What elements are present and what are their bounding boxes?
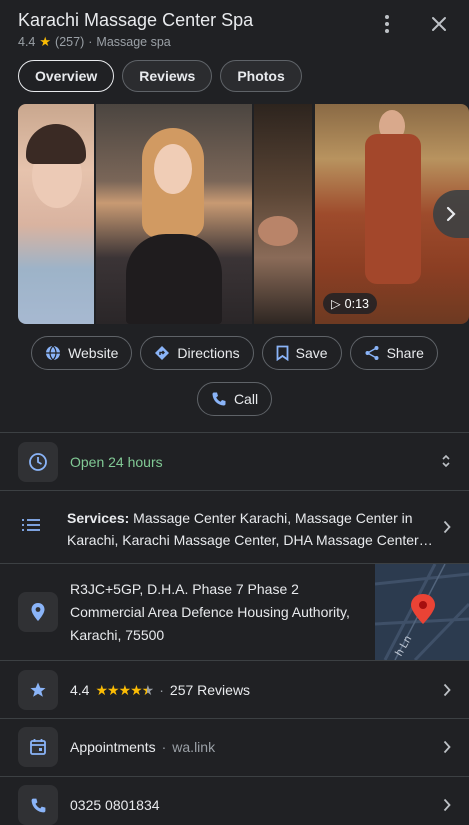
save-label: Save bbox=[295, 345, 328, 361]
chevron-right-icon bbox=[443, 798, 451, 817]
dot-separator: · bbox=[161, 739, 167, 755]
save-button[interactable]: Save bbox=[261, 336, 342, 370]
website-label: Website bbox=[68, 345, 119, 361]
location-pin-icon bbox=[18, 592, 58, 632]
globe-icon bbox=[46, 345, 61, 361]
reviews-rating: 4.4 bbox=[70, 682, 90, 698]
share-icon bbox=[365, 346, 379, 360]
phone-number: 0325 0801834 bbox=[70, 797, 160, 813]
hours-row[interactable]: Open 24 hours bbox=[0, 433, 469, 490]
appointments-link[interactable]: wa.link bbox=[172, 739, 215, 755]
address-line-1: R3JC+5GP, D.H.A. Phase 7 Phase 2 bbox=[70, 581, 299, 597]
appointments-row[interactable]: Appointments · wa.link bbox=[0, 719, 469, 776]
place-tabs: Overview Reviews Photos bbox=[18, 60, 302, 92]
share-button[interactable]: Share bbox=[349, 336, 438, 370]
services-text-2: Karachi, Karachi Massage Center, DHA Mas… bbox=[67, 532, 433, 548]
website-button[interactable]: Website bbox=[31, 336, 133, 370]
directions-button[interactable]: Directions bbox=[140, 336, 254, 370]
chevron-right-icon bbox=[443, 520, 451, 539]
more-options-icon[interactable] bbox=[373, 10, 401, 38]
chevron-right-icon bbox=[446, 206, 456, 222]
reviews-row[interactable]: 4.4 ★★★★★ · 257 Reviews bbox=[0, 661, 469, 718]
phone-icon bbox=[18, 785, 58, 825]
call-label: Call bbox=[233, 391, 259, 407]
photo-gallery: ▷ 0:13 bbox=[18, 104, 469, 324]
bookmark-icon bbox=[276, 345, 289, 361]
tab-overview[interactable]: Overview bbox=[18, 60, 115, 92]
chevron-right-icon bbox=[443, 683, 451, 702]
call-button[interactable]: Call bbox=[196, 382, 273, 416]
directions-icon bbox=[155, 346, 170, 360]
dot-separator: · bbox=[159, 682, 164, 698]
dot-separator: · bbox=[88, 35, 93, 49]
services-text-1: Massage Center Karachi, Massage Center i… bbox=[133, 510, 413, 526]
clock-icon bbox=[18, 442, 58, 482]
gallery-photo-1[interactable] bbox=[18, 104, 94, 324]
calendar-icon bbox=[18, 727, 58, 767]
star-icon: ★ bbox=[39, 34, 52, 49]
place-category[interactable]: Massage spa bbox=[96, 35, 170, 49]
tab-reviews[interactable]: Reviews bbox=[122, 60, 213, 92]
play-icon: ▷ bbox=[331, 297, 341, 311]
list-icon bbox=[22, 518, 40, 537]
services-row[interactable]: Services: Massage Center Karachi, Massag… bbox=[0, 491, 469, 563]
star-icon bbox=[18, 670, 58, 710]
rating-value: 4.4 bbox=[18, 35, 36, 49]
appointments-label: Appointments bbox=[70, 739, 156, 755]
chevron-right-icon bbox=[443, 740, 451, 759]
phone-icon bbox=[212, 392, 226, 406]
star-rating-icon: ★★★★★ bbox=[95, 682, 154, 698]
address-line-3: Karachi, 75500 bbox=[70, 627, 165, 643]
video-duration-badge: ▷ 0:13 bbox=[323, 293, 377, 314]
phone-row[interactable]: 0325 0801834 bbox=[0, 777, 469, 825]
hours-status: Open 24 hours bbox=[70, 454, 163, 470]
close-icon[interactable] bbox=[425, 10, 453, 38]
expand-icon[interactable] bbox=[441, 453, 451, 474]
gallery-photo-2[interactable] bbox=[96, 104, 252, 324]
video-duration: 0:13 bbox=[344, 296, 369, 311]
action-buttons: Website Directions Save Share Call bbox=[0, 336, 469, 416]
gallery-photo-3[interactable] bbox=[254, 104, 312, 324]
header-actions bbox=[373, 10, 453, 38]
address-line-2: Commercial Area Defence Housing Authorit… bbox=[70, 604, 350, 620]
services-label: Services: bbox=[67, 510, 130, 526]
map-thumbnail[interactable]: h Ln bbox=[375, 564, 469, 660]
reviews-count: 257 Reviews bbox=[169, 682, 251, 698]
directions-label: Directions bbox=[177, 345, 240, 361]
rating-count: (257) bbox=[55, 35, 85, 49]
tab-photos[interactable]: Photos bbox=[220, 60, 302, 92]
share-label: Share bbox=[386, 345, 424, 361]
